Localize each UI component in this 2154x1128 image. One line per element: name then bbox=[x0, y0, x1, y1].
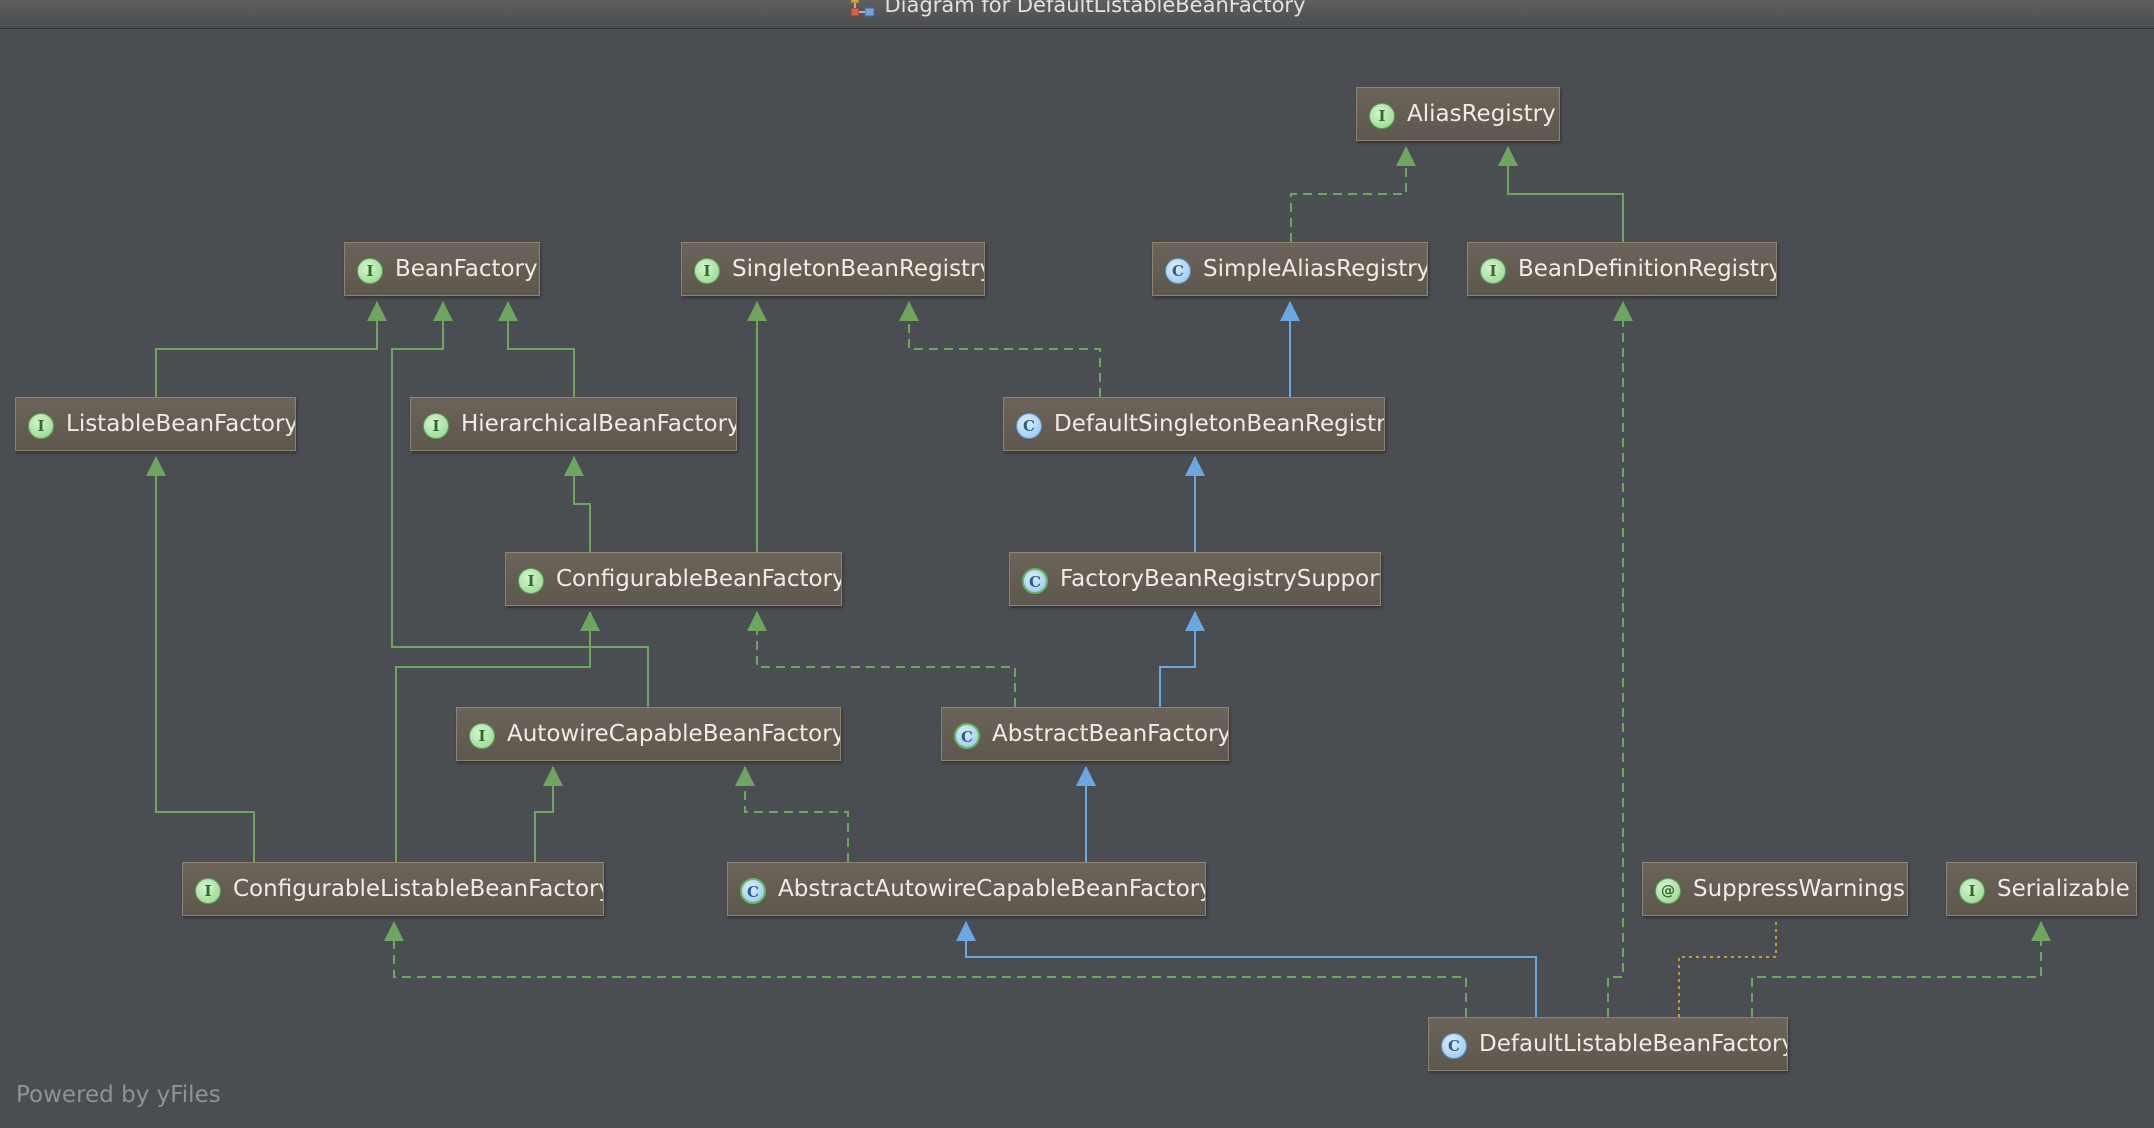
node-suppress-warnings[interactable]: @ SuppressWarnings bbox=[1642, 862, 1908, 916]
node-bean-definition-registry[interactable]: I BeanDefinitionRegistry bbox=[1467, 242, 1777, 296]
interface-icon: I bbox=[518, 568, 544, 594]
node-label: SimpleAliasRegistry bbox=[1203, 256, 1428, 282]
edge-extends-interface bbox=[146, 456, 255, 862]
node-label: AbstractAutowireCapableBeanFactory bbox=[778, 876, 1206, 902]
node-label: BeanFactory bbox=[395, 256, 538, 282]
node-abstract-autowire-capable-bean-factory[interactable]: C AbstractAutowireCapableBeanFactory bbox=[727, 862, 1206, 916]
node-abstract-bean-factory[interactable]: C AbstractBeanFactory bbox=[941, 707, 1229, 761]
node-bean-factory[interactable]: I BeanFactory bbox=[344, 242, 540, 296]
abstract-icon: C bbox=[1022, 568, 1048, 594]
node-label: AutowireCapableBeanFactory bbox=[507, 721, 841, 747]
node-label: AbstractBeanFactory bbox=[992, 721, 1229, 747]
interface-icon: I bbox=[195, 878, 221, 904]
interface-icon: I bbox=[1369, 103, 1395, 129]
interface-icon: I bbox=[694, 258, 720, 284]
node-serializable[interactable]: I Serializable bbox=[1946, 862, 2137, 916]
edge-annotated-with bbox=[1678, 922, 1777, 1017]
annotation-icon: @ bbox=[1655, 878, 1681, 904]
node-factory-bean-registry-support[interactable]: C FactoryBeanRegistrySupport bbox=[1009, 552, 1381, 606]
node-label: Serializable bbox=[1997, 876, 2130, 902]
edge-extends-interface bbox=[498, 301, 575, 397]
edge-implements bbox=[384, 921, 1467, 1017]
edge-extends-class bbox=[1159, 611, 1205, 707]
node-label: SingletonBeanRegistry bbox=[732, 256, 985, 282]
node-label: ConfigurableListableBeanFactory bbox=[233, 876, 604, 902]
edge-implements bbox=[735, 766, 849, 862]
edge-extends-class bbox=[956, 921, 1537, 1017]
abstract-icon: C bbox=[740, 878, 766, 904]
class-icon: C bbox=[1441, 1033, 1467, 1059]
node-label: DefaultListableBeanFactory bbox=[1479, 1031, 1788, 1057]
edge-implements bbox=[1607, 301, 1633, 1017]
node-hierarchical-bean-factory[interactable]: I HierarchicalBeanFactory bbox=[410, 397, 737, 451]
edge-implements bbox=[1290, 146, 1416, 242]
node-listable-bean-factory[interactable]: I ListableBeanFactory bbox=[15, 397, 296, 451]
node-label: SuppressWarnings bbox=[1693, 876, 1905, 902]
powered-by-label: Powered by yFiles bbox=[16, 1082, 221, 1108]
abstract-icon: C bbox=[954, 723, 980, 749]
edge-extends-interface bbox=[391, 301, 649, 707]
class-icon: C bbox=[1016, 413, 1042, 439]
node-label: ConfigurableBeanFactory bbox=[556, 566, 842, 592]
node-configurable-listable-bean-factory[interactable]: I ConfigurableListableBeanFactory bbox=[182, 862, 604, 916]
edge-extends-interface bbox=[1498, 146, 1624, 242]
node-alias-registry[interactable]: I AliasRegistry bbox=[1356, 87, 1560, 141]
node-autowire-capable-bean-factory[interactable]: I AutowireCapableBeanFactory bbox=[456, 707, 841, 761]
node-label: ListableBeanFactory bbox=[66, 411, 296, 437]
interface-icon: I bbox=[423, 413, 449, 439]
edge-implements bbox=[747, 611, 1016, 707]
interface-icon: I bbox=[469, 723, 495, 749]
node-label: BeanDefinitionRegistry bbox=[1518, 256, 1777, 282]
edge-extends-interface bbox=[155, 301, 387, 397]
node-singleton-bean-registry[interactable]: I SingletonBeanRegistry bbox=[681, 242, 985, 296]
node-label: AliasRegistry bbox=[1407, 101, 1556, 127]
edge-extends-interface bbox=[534, 766, 563, 862]
interface-icon: I bbox=[28, 413, 54, 439]
interface-icon: I bbox=[1480, 258, 1506, 284]
interface-icon: I bbox=[357, 258, 383, 284]
node-default-singleton-bean-registry[interactable]: C DefaultSingletonBeanRegistry bbox=[1003, 397, 1385, 451]
node-simple-alias-registry[interactable]: C SimpleAliasRegistry bbox=[1152, 242, 1428, 296]
edge-implements bbox=[899, 301, 1101, 397]
edge-implements bbox=[1751, 921, 2051, 1017]
node-label: HierarchicalBeanFactory bbox=[461, 411, 737, 437]
node-label: DefaultSingletonBeanRegistry bbox=[1054, 411, 1385, 437]
node-label: FactoryBeanRegistrySupport bbox=[1060, 566, 1381, 592]
interface-icon: I bbox=[1959, 878, 1985, 904]
class-icon: C bbox=[1165, 258, 1191, 284]
node-default-listable-bean-factory[interactable]: C DefaultListableBeanFactory bbox=[1428, 1017, 1788, 1071]
node-configurable-bean-factory[interactable]: I ConfigurableBeanFactory bbox=[505, 552, 842, 606]
edge-extends-interface bbox=[564, 456, 591, 552]
